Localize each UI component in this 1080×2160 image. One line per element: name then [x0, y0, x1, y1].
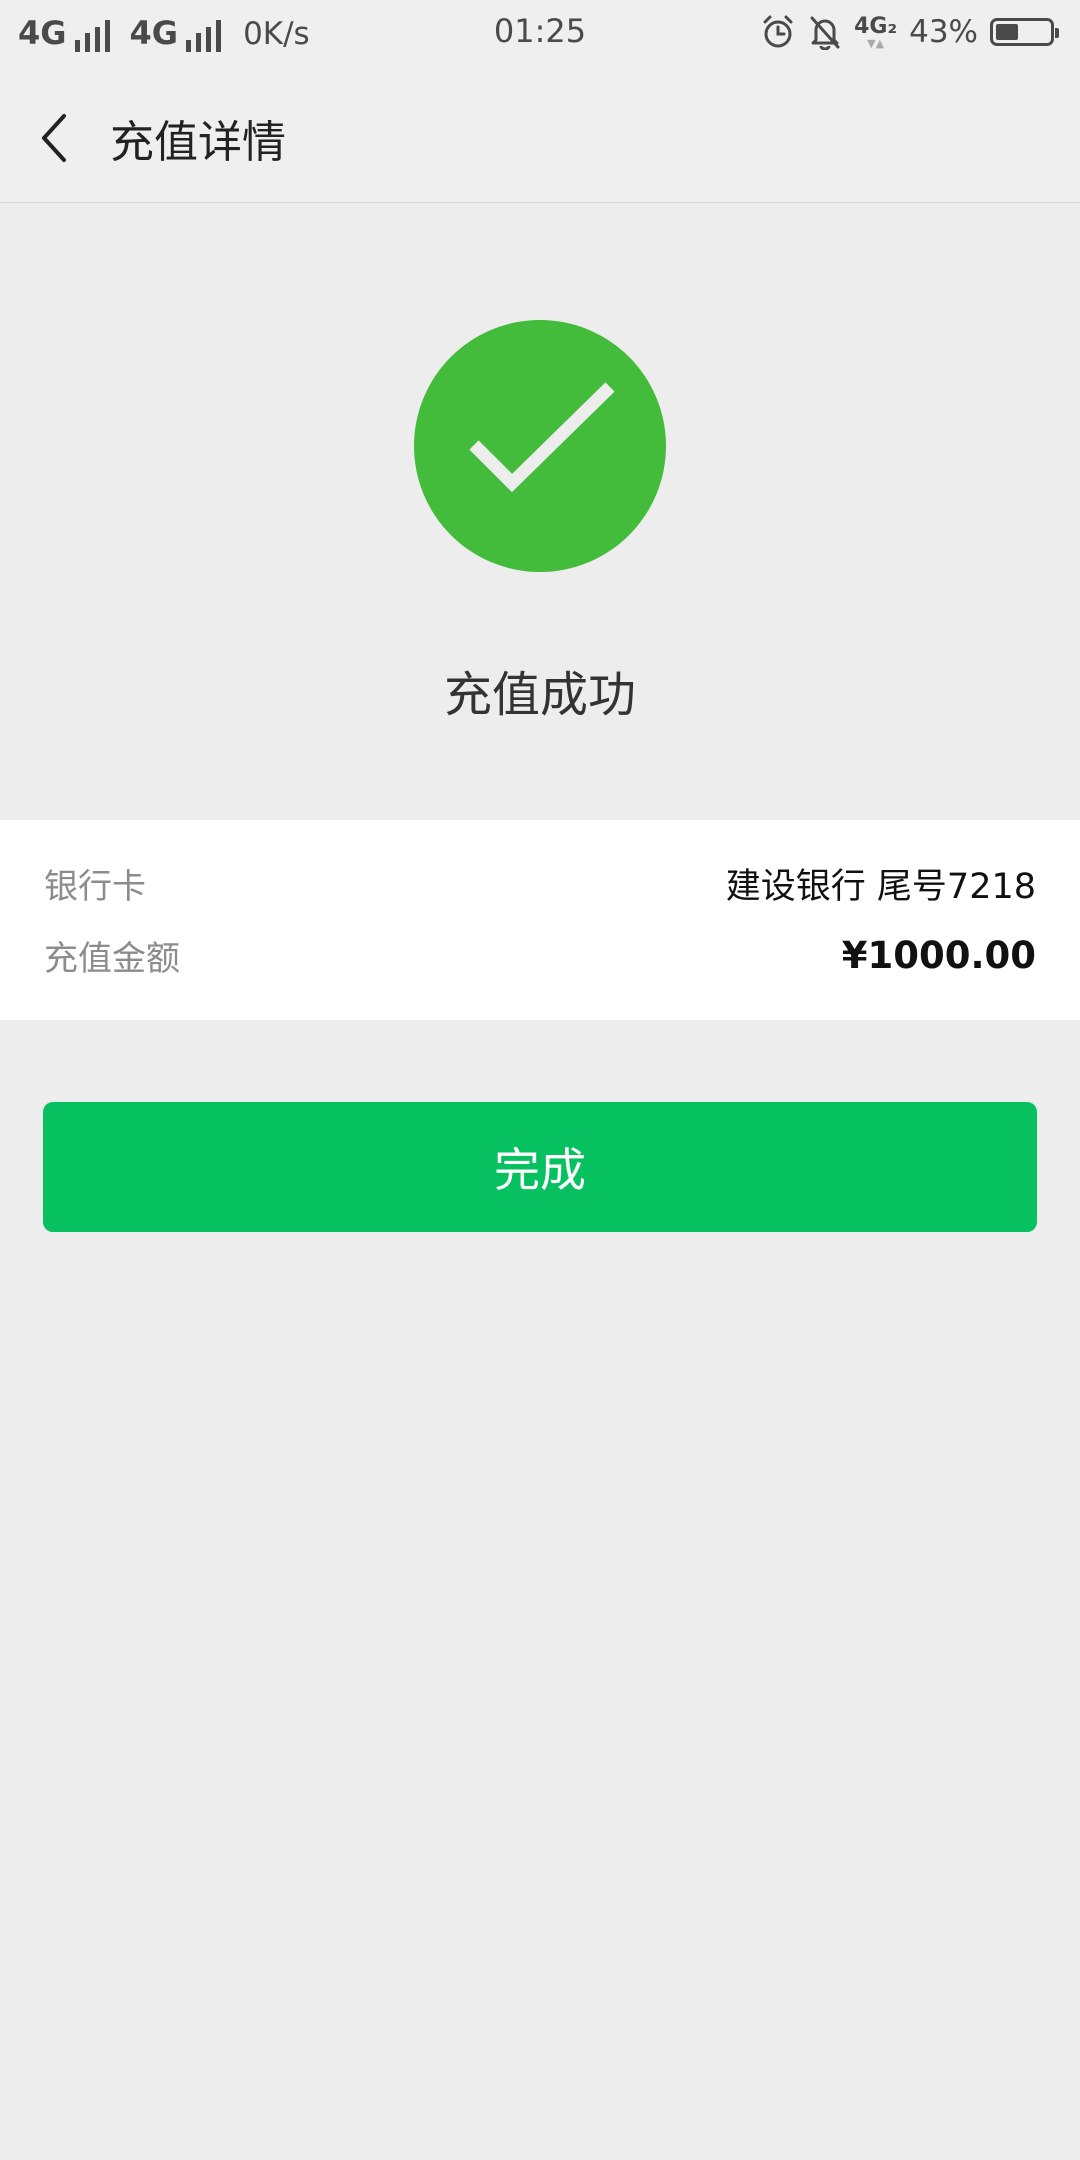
page-title: 充值详情: [110, 117, 286, 168]
data-activity-arrows-icon: ▼▲: [867, 36, 885, 50]
status-bar: 4G 4G 0K/s 01:25 4G₂ ▼▲ 43%: [0, 0, 1080, 70]
sim2-label: 4G₂: [854, 13, 898, 39]
back-button[interactable]: [24, 108, 84, 168]
detail-label: 充值金额: [44, 938, 180, 979]
checkmark-circle-icon: [414, 320, 666, 572]
done-button[interactable]: 完成: [43, 1102, 1037, 1232]
sim2-network-indicator: 4G₂ ▼▲: [854, 13, 898, 50]
bell-muted-icon: [810, 16, 840, 50]
result-title: 充值成功: [443, 667, 636, 723]
amount-value: ¥1000.00: [841, 933, 1036, 977]
result-section: 充值成功: [0, 203, 1080, 819]
detail-value: 建设银行 尾号7218: [725, 866, 1036, 907]
battery-percent: 43%: [909, 14, 978, 50]
nav-bar: 充值详情: [0, 70, 1080, 203]
battery-fill: [996, 24, 1018, 40]
status-right: 4G₂ ▼▲ 43%: [760, 14, 1060, 50]
detail-card: 银行卡 建设银行 尾号7218 充值金额 ¥1000.00: [0, 820, 1080, 1020]
detail-row-amount: 充值金额 ¥1000.00: [44, 930, 1036, 980]
detail-label: 银行卡: [44, 866, 146, 907]
battery-icon: [990, 18, 1059, 46]
alarm-clock-icon: [763, 15, 793, 48]
detail-row-bank-card: 银行卡 建设银行 尾号7218: [44, 858, 1036, 908]
chevron-left-icon: [42, 114, 66, 162]
